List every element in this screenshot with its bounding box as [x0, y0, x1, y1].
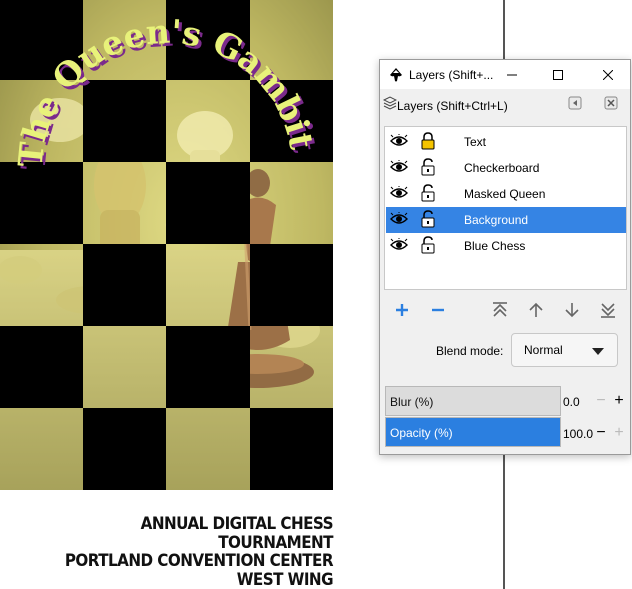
- close-panel-icon[interactable]: [604, 96, 618, 110]
- checker-square: [83, 162, 166, 244]
- layer-row-masked-queen[interactable]: Masked Queen: [386, 181, 626, 207]
- blur-decrement-button[interactable]: −: [594, 393, 608, 409]
- lock-open-icon[interactable]: [420, 158, 436, 176]
- blur-label: Blur (%): [390, 395, 434, 409]
- layer-name: Blue Chess: [464, 239, 526, 253]
- checker-square: [250, 326, 333, 408]
- checker-square: [0, 162, 83, 244]
- lock-open-icon[interactable]: [420, 236, 436, 254]
- layer-row-text[interactable]: Text: [386, 129, 626, 155]
- layer-row-blue-chess[interactable]: Blue Chess: [386, 233, 626, 259]
- poster-caption: ANNUAL DIGITAL CHESS TOURNAMENT PORTLAND…: [0, 514, 334, 589]
- layer-list[interactable]: Text Checkerboard Masked Queen Backgroun…: [384, 126, 627, 290]
- blur-value[interactable]: 0.0: [563, 395, 580, 409]
- eye-icon[interactable]: [390, 160, 408, 174]
- layer-row-checkerboard[interactable]: Checkerboard: [386, 155, 626, 181]
- caption-line-3: WEST WING: [236, 569, 334, 589]
- lock-closed-icon[interactable]: [420, 132, 436, 150]
- checker-square: [250, 408, 333, 490]
- checker-square: [250, 162, 333, 244]
- maximize-button[interactable]: [535, 60, 581, 89]
- checker-square: [166, 244, 250, 326]
- raise-to-top-icon[interactable]: [490, 300, 510, 320]
- layer-row-background[interactable]: Background: [386, 207, 626, 233]
- minimize-icon: [507, 74, 517, 75]
- minimize-button[interactable]: [489, 60, 535, 89]
- layer-name: Text: [464, 135, 487, 149]
- layer-name: Checkerboard: [464, 161, 540, 175]
- panel-title: Layers (Shift+Ctrl+L): [397, 99, 508, 113]
- checker-square: [83, 326, 166, 408]
- eye-icon[interactable]: [390, 134, 408, 148]
- blur-slider[interactable]: Blur (%): [385, 386, 561, 416]
- checker-square: [166, 162, 250, 244]
- checker-square: [250, 244, 333, 326]
- blur-increment-button[interactable]: +: [612, 393, 626, 409]
- poster-artwork: The Queen's Gambit The Queen's Gambit: [0, 0, 333, 490]
- opacity-decrement-button[interactable]: −: [594, 425, 608, 441]
- checker-square: [83, 408, 166, 490]
- poster-canvas: The Queen's Gambit The Queen's Gambit: [0, 0, 333, 490]
- checker-square: [166, 80, 250, 162]
- opacity-value[interactable]: 100.0: [563, 427, 593, 441]
- eye-icon[interactable]: [390, 212, 408, 226]
- layer-name: Masked Queen: [464, 187, 546, 201]
- opacity-slider[interactable]: Opacity (%): [385, 417, 561, 447]
- eye-icon[interactable]: [390, 186, 408, 200]
- plus-icon[interactable]: [392, 300, 412, 320]
- checker-square: [0, 326, 83, 408]
- opacity-increment-button[interactable]: +: [612, 425, 626, 441]
- lower-to-bottom-icon[interactable]: [598, 300, 618, 320]
- minus-icon[interactable]: [428, 300, 448, 320]
- layers-dialog: Layers (Shift+... Layers (Shift+Ctrl+L): [379, 59, 631, 455]
- blend-mode-select[interactable]: Normal: [511, 333, 618, 367]
- maximize-icon: [553, 69, 563, 80]
- float-panel-icon[interactable]: [568, 96, 582, 110]
- checker-square: [166, 408, 250, 490]
- inkscape-app-icon: [390, 68, 402, 82]
- checker-square: [83, 80, 166, 162]
- panel-header: Layers (Shift+Ctrl+L): [380, 90, 630, 116]
- lower-icon[interactable]: [562, 300, 582, 320]
- raise-icon[interactable]: [526, 300, 546, 320]
- checker-square: [166, 326, 250, 408]
- window-title: Layers (Shift+...: [409, 68, 494, 82]
- caption-line-1: ANNUAL DIGITAL CHESS TOURNAMENT: [140, 514, 334, 552]
- close-icon: [603, 69, 613, 80]
- lock-open-icon[interactable]: [420, 184, 436, 202]
- lock-open-icon[interactable]: [420, 210, 436, 228]
- layers-icon: [383, 96, 397, 110]
- opacity-label: Opacity (%): [390, 426, 453, 440]
- checker-square: [83, 244, 166, 326]
- eye-icon[interactable]: [390, 238, 408, 252]
- layer-name: Background: [464, 213, 529, 227]
- close-button[interactable]: [585, 60, 631, 89]
- caption-line-2: PORTLAND CONVENTION CENTER: [64, 551, 334, 570]
- checker-square: [0, 244, 83, 326]
- title-bar[interactable]: Layers (Shift+...: [380, 60, 630, 89]
- chevron-down-icon: [592, 348, 604, 355]
- blend-mode-value: Normal: [524, 343, 563, 357]
- blend-mode-label: Blend mode:: [436, 344, 504, 358]
- checker-square: [0, 408, 83, 490]
